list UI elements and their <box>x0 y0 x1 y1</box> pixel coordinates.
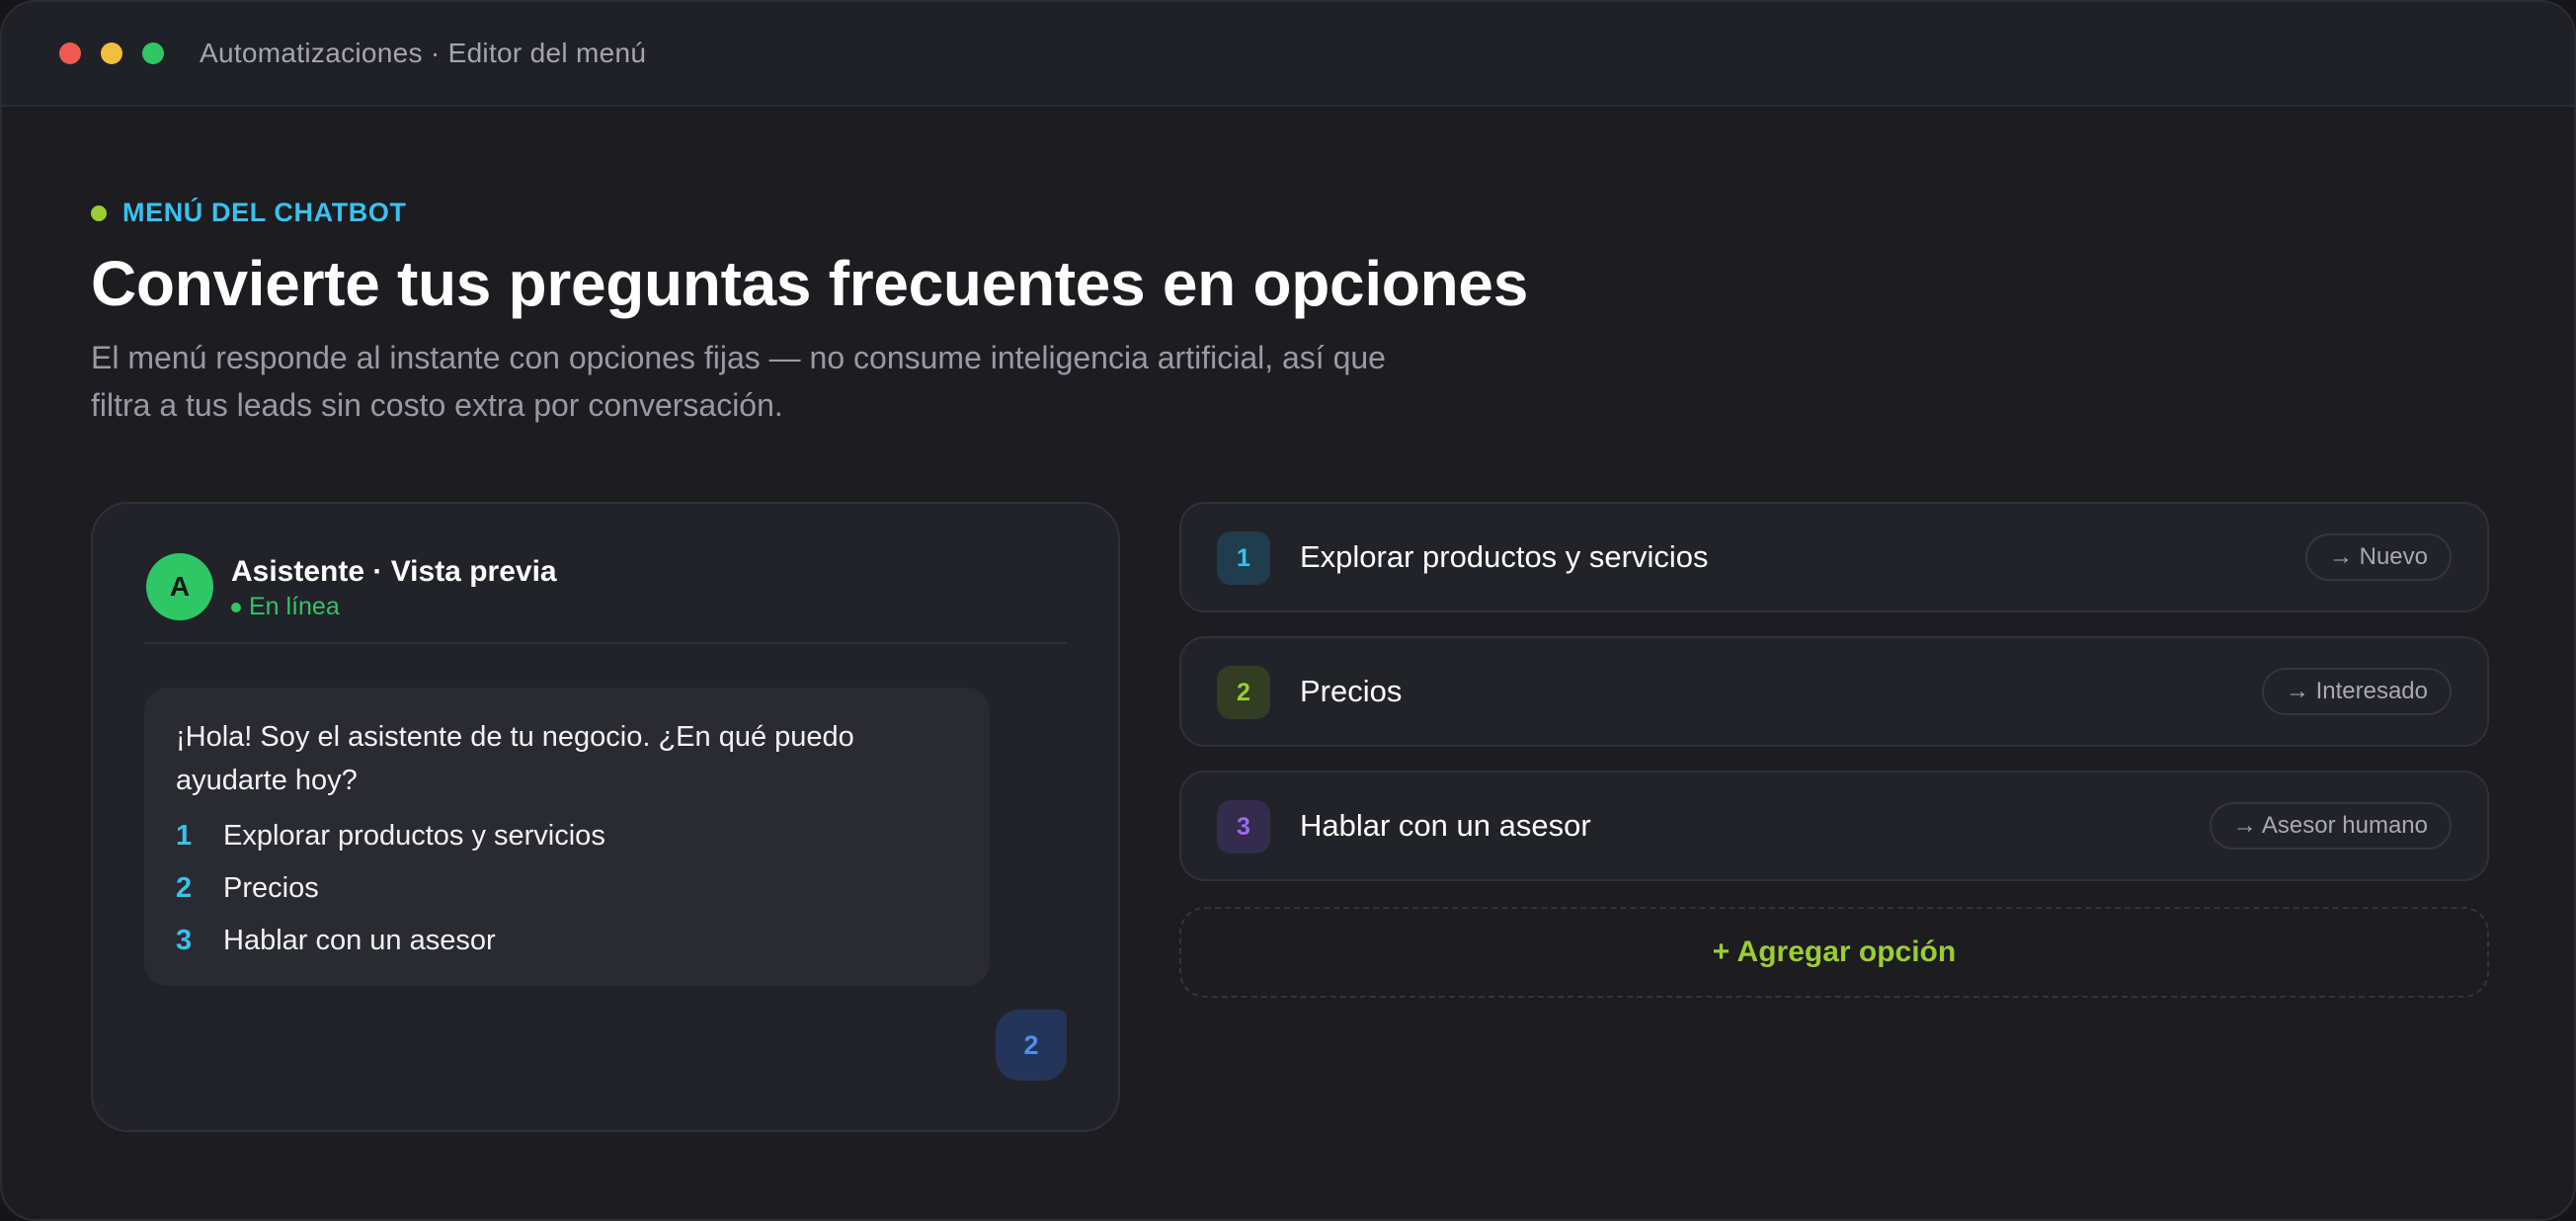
option-destination-tag[interactable]: → Nuevo <box>2304 533 2452 581</box>
page-subtitle: El menú responde al instante con opcione… <box>91 340 1386 423</box>
bot-option-item[interactable]: 1 Explorar productos y servicios <box>176 810 958 862</box>
close-window-button[interactable] <box>59 42 81 64</box>
option-label[interactable]: Explorar productos y servicios <box>1300 504 1709 610</box>
chat-preview-card: A Asistente · Vista previa En línea ¡Hol… <box>91 502 1120 1132</box>
online-status: En línea <box>231 593 340 621</box>
window-title: Automatizaciones · Editor del menú <box>200 38 647 68</box>
page-title: Convierte tus preguntas frecuentes en op… <box>91 248 1528 319</box>
add-option-button[interactable]: + Agregar opción <box>1179 907 2489 998</box>
bot-option-item[interactable]: 2 Precios <box>176 862 958 915</box>
bot-option-number: 3 <box>176 925 193 956</box>
option-number-badge: 2 <box>1217 666 1270 719</box>
option-label[interactable]: Precios <box>1300 638 1402 745</box>
option-label[interactable]: Hablar con un asesor <box>1300 773 1591 879</box>
app-window: Automatizaciones · Editor del menú MENÚ … <box>0 0 2576 1221</box>
chat-preview-header: A Asistente · Vista previa En línea <box>144 553 1067 644</box>
menu-option-row[interactable]: 1 Explorar productos y servicios → Nuevo <box>1179 502 2489 612</box>
user-reply-bubble: 2 <box>996 1010 1067 1081</box>
option-destination-tag[interactable]: → Interesado <box>2261 668 2452 715</box>
maximize-window-button[interactable] <box>142 42 164 64</box>
bot-option-number: 2 <box>176 872 193 904</box>
assistant-avatar: A <box>146 553 213 620</box>
bot-option-label: Precios <box>223 872 319 904</box>
title-bar: Automatizaciones · Editor del menú <box>2 2 2574 107</box>
minimize-window-button[interactable] <box>101 42 122 64</box>
option-destination-tag[interactable]: → Asesor humano <box>2209 802 2452 850</box>
online-dot-icon <box>231 602 241 612</box>
online-status-label: En línea <box>249 593 340 620</box>
eyebrow-label: MENÚ DEL CHATBOT <box>122 198 407 227</box>
bot-greeting: ¡Hola! Soy el asistente de tu negocio. ¿… <box>176 721 854 796</box>
eyebrow-dot-icon <box>91 204 107 221</box>
bot-option-item[interactable]: 3 Hablar con un asesor <box>176 915 958 967</box>
bot-option-list: 1 Explorar productos y servicios 2 Preci… <box>176 810 958 967</box>
assistant-name: Asistente · Vista previa <box>231 555 557 588</box>
bot-option-label: Explorar productos y servicios <box>223 820 605 852</box>
bot-message-bubble: ¡Hola! Soy el asistente de tu negocio. ¿… <box>144 688 990 986</box>
option-number-badge: 3 <box>1217 800 1270 854</box>
option-number-badge: 1 <box>1217 531 1270 585</box>
bot-option-number: 1 <box>176 820 193 852</box>
menu-option-row[interactable]: 3 Hablar con un asesor → Asesor humano <box>1179 771 2489 881</box>
section-eyebrow: MENÚ DEL CHATBOT <box>91 198 407 228</box>
menu-option-row[interactable]: 2 Precios → Interesado <box>1179 636 2489 747</box>
bot-option-label: Hablar con un asesor <box>223 925 496 956</box>
